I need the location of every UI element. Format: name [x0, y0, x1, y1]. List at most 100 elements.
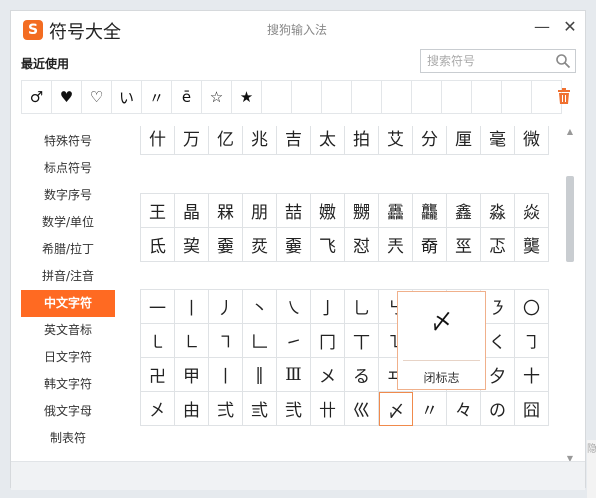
close-button[interactable]: ✕ — [559, 16, 581, 38]
symbol-cell[interactable]: 嬲 — [345, 194, 379, 228]
symbol-cell[interactable]: 乚 — [345, 290, 379, 324]
category-item[interactable]: 拼音/注音 — [21, 263, 115, 290]
recent-symbol-cell[interactable] — [292, 81, 322, 113]
symbol-cell[interactable]: 焱 — [515, 194, 549, 228]
category-item[interactable]: 数字序号 — [21, 182, 115, 209]
symbol-cell[interactable]: 鑫 — [447, 194, 481, 228]
category-item[interactable]: 标点符号 — [21, 155, 115, 182]
symbol-cell[interactable]: く — [481, 324, 515, 358]
symbol-cell[interactable]: ㇆ — [515, 324, 549, 358]
symbol-cell[interactable]: ㇀ — [277, 324, 311, 358]
symbol-cell[interactable]: Ⅲ — [277, 358, 311, 392]
category-item[interactable]: 特殊符号 — [21, 128, 115, 155]
symbol-cell[interactable]: 龑 — [515, 228, 549, 262]
symbol-cell[interactable]: 喆 — [277, 194, 311, 228]
symbol-cell[interactable]: メ — [311, 358, 345, 392]
symbol-cell[interactable]: ‖ — [243, 358, 277, 392]
recent-symbol-cell[interactable] — [262, 81, 292, 113]
symbol-cell[interactable]: 淼 — [481, 194, 515, 228]
scrollbar-thumb[interactable] — [566, 176, 574, 262]
symbol-cell[interactable]: 弍 — [209, 392, 243, 426]
symbol-cell[interactable]: 厘 — [447, 126, 481, 155]
symbol-cell[interactable]: 晶 — [175, 194, 209, 228]
symbol-cell[interactable]: 丿 — [209, 290, 243, 324]
symbol-cell[interactable]: 巛 — [345, 392, 379, 426]
recent-symbol-cell[interactable] — [352, 81, 382, 113]
symbol-cell[interactable]: 王 — [141, 194, 175, 228]
symbol-cell[interactable]: 奣 — [413, 228, 447, 262]
symbol-cell[interactable]: 毫 — [481, 126, 515, 155]
symbol-cell[interactable]: 什 — [141, 126, 175, 155]
symbol-cell[interactable]: の — [481, 392, 515, 426]
symbol-cell[interactable]: 飞 — [311, 228, 345, 262]
category-item[interactable]: 制表符 — [21, 425, 115, 452]
symbol-cell[interactable]: 十 — [515, 358, 549, 392]
symbol-cell[interactable]: 〆 — [379, 392, 413, 426]
recent-symbol-cell[interactable] — [382, 81, 412, 113]
category-item[interactable]: 俄文字母 — [21, 398, 115, 425]
recent-symbol-cell[interactable]: ♡ — [82, 81, 112, 113]
category-item[interactable]: 韩文字符 — [21, 371, 115, 398]
recent-symbol-cell[interactable] — [322, 81, 352, 113]
symbol-cell[interactable]: 兆 — [243, 126, 277, 155]
category-item[interactable]: 希腊/拉丁 — [21, 236, 115, 263]
recent-symbol-cell[interactable]: ē — [172, 81, 202, 113]
minimize-button[interactable]: — — [531, 16, 553, 38]
recent-symbol-cell[interactable]: ★ — [232, 81, 262, 113]
symbol-cell[interactable]: 兲 — [379, 228, 413, 262]
recent-symbol-cell[interactable] — [442, 81, 472, 113]
symbol-cell[interactable]: 龘 — [413, 194, 447, 228]
symbol-cell[interactable]: 𠃊 — [243, 324, 277, 358]
symbol-cell[interactable]: 吉 — [277, 126, 311, 155]
symbol-cell[interactable]: 弎 — [243, 392, 277, 426]
search-icon[interactable] — [555, 53, 571, 69]
symbol-cell[interactable]: 弐 — [277, 392, 311, 426]
category-item[interactable]: 英文音标 — [21, 317, 115, 344]
symbol-cell[interactable]: 一 — [141, 290, 175, 324]
symbol-cell[interactable]: 槑 — [209, 194, 243, 228]
symbol-cell[interactable]: 嫑 — [277, 228, 311, 262]
symbol-cell[interactable]: 太 — [311, 126, 345, 155]
symbol-cell[interactable]: る — [345, 358, 379, 392]
symbol-cell[interactable]: 氐 — [141, 228, 175, 262]
symbol-cell[interactable]: 丶 — [243, 290, 277, 324]
recent-symbol-cell[interactable] — [502, 81, 532, 113]
trash-icon[interactable] — [557, 88, 571, 104]
symbol-cell[interactable]: 靐 — [379, 194, 413, 228]
symbol-cell[interactable]: 㐅 — [141, 392, 175, 426]
symbol-cell[interactable]: 〇 — [515, 290, 549, 324]
vertical-scrollbar[interactable]: ▲ ▼ — [564, 126, 576, 465]
symbol-cell[interactable]: ㇕ — [209, 324, 243, 358]
scroll-up-arrow-icon[interactable]: ▲ — [564, 126, 576, 138]
recent-symbol-cell[interactable] — [412, 81, 442, 113]
title-bar[interactable]: S 符号大全 搜狗输入法 — ✕ — [11, 11, 585, 47]
symbol-cell[interactable]: ㇋ — [481, 290, 515, 324]
symbol-cell[interactable]: 冂 — [311, 324, 345, 358]
symbol-cell[interactable]: 拍 — [345, 126, 379, 155]
symbol-cell[interactable]: 巭 — [175, 228, 209, 262]
symbol-cell[interactable]: 巠 — [447, 228, 481, 262]
symbol-cell[interactable]: ㇏ — [277, 290, 311, 324]
recent-symbol-cell[interactable] — [472, 81, 502, 113]
category-item[interactable]: 数学/单位 — [21, 209, 115, 236]
symbol-cell[interactable]: 甲 — [175, 358, 209, 392]
recent-symbol-cell[interactable]: ♥ — [52, 81, 82, 113]
recent-symbol-cell[interactable]: 〃 — [142, 81, 172, 113]
symbol-cell[interactable]: 嫐 — [311, 194, 345, 228]
symbol-cell[interactable]: 〃 — [413, 392, 447, 426]
symbol-cell[interactable]: 丨 — [175, 290, 209, 324]
symbol-cell[interactable]: 夕 — [481, 358, 515, 392]
symbol-cell[interactable]: 嫑 — [209, 228, 243, 262]
symbol-cell[interactable]: 朋 — [243, 194, 277, 228]
search-input[interactable] — [421, 50, 557, 72]
symbol-cell[interactable]: 分 — [413, 126, 447, 155]
recent-symbol-cell[interactable]: ☆ — [202, 81, 232, 113]
symbol-cell[interactable]: 卍 — [141, 358, 175, 392]
symbol-cell[interactable]: 丨 — [209, 358, 243, 392]
category-item[interactable]: 日文字符 — [21, 344, 115, 371]
symbol-cell[interactable]: 亅 — [311, 290, 345, 324]
recent-symbol-cell[interactable]: い — [112, 81, 142, 113]
symbol-cell[interactable]: 怼 — [345, 228, 379, 262]
symbol-cell[interactable]: 々 — [447, 392, 481, 426]
symbol-cell[interactable]: 由 — [175, 392, 209, 426]
